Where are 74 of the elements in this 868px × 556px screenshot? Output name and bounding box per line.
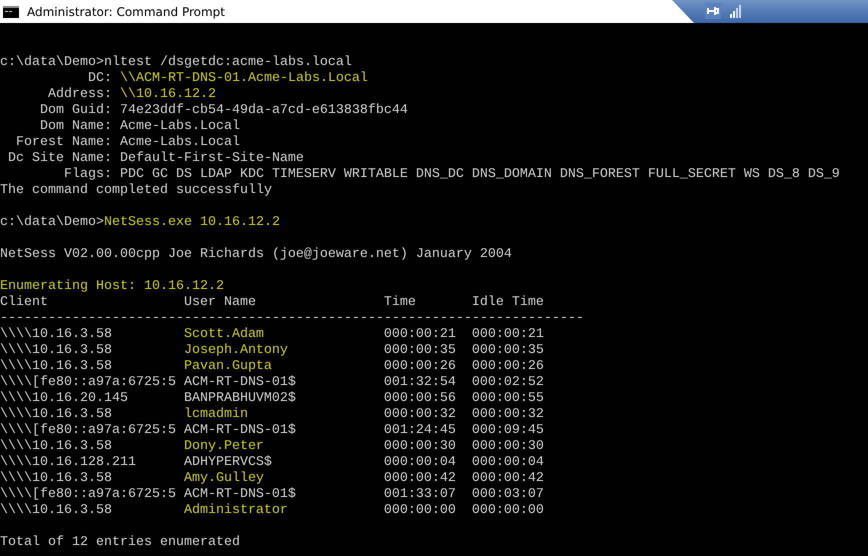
client-cell-text: \\\\10.16.128.211 [0, 455, 137, 471]
console-text: Dom Guid: 74e23ddf-cb54-49da-a7cd-e613838fbc44 [38, 103, 408, 118]
console-text: \\ACM-RT-DNS-01.Acme-Labs.Local [120, 71, 368, 86]
column-header: Idle Time [472, 295, 545, 311]
client-cell-text: \\\\[fe80::a97a:6725:5 [0, 487, 177, 503]
client-cell-text: \\\\[fe80::a97a:6725:5 [0, 375, 177, 391]
user-name-cell-text: Administrator [184, 503, 289, 519]
user-name-cell-text: ACM-RT-DNS-01$ [184, 375, 297, 391]
console-text: Total of 12 entries enumerated [0, 535, 240, 550]
client-cell-text: \\\\10.16.3.58 [0, 407, 113, 423]
divider-line: ------------------------------------------------------------------------- [0, 311, 584, 326]
user-name-cell-text: ADHYPERVCS$ [184, 455, 273, 471]
idle-time-cell-text: 000:00:55 [472, 391, 545, 407]
idle-time-cell-text: 000:00:32 [472, 407, 545, 423]
user-name-cell-text: ACM-RT-DNS-01$ [184, 487, 297, 503]
console-text: Dom Name: Acme-Labs.Local [38, 119, 240, 134]
user-name-cell-text: Dony.Peter [184, 439, 265, 455]
user-name-cell-text: lcmadmin [184, 407, 249, 423]
console-text: NetSess V02.00.00cpp Joe Richards (joe@joeware.net) January 2004 [0, 247, 512, 262]
time-cell-text: 001:24:45 [384, 423, 457, 439]
time-cell-text: 000:00:32 [384, 407, 457, 423]
user-name-cell-text: Amy.Gulley [184, 471, 265, 487]
idle-time-cell-text: 000:00:21 [472, 327, 545, 343]
column-header: Client [0, 295, 49, 311]
idle-time-cell-text: 000:09:45 [472, 423, 545, 439]
console-text: Address: [46, 87, 113, 102]
idle-time-cell-text: 000:00:04 [472, 455, 545, 471]
time-cell-text: 000:00:42 [384, 471, 457, 487]
client-cell-text: \\\\10.16.3.58 [0, 471, 113, 487]
idle-time-cell-text: 000:00:26 [472, 359, 545, 375]
command-prompt-icon [3, 6, 19, 18]
time-cell-text: 000:00:21 [384, 327, 457, 343]
time-cell-text: 001:32:54 [384, 375, 457, 391]
time-cell-text: 000:00:56 [384, 391, 457, 407]
client-cell-text: \\\\[fe80::a97a:6725:5 [0, 423, 177, 439]
console-text: Enumerating Host: 10.16.12.2 [0, 279, 224, 294]
user-name-cell-text: BANPRABHUVM02$ [184, 391, 297, 407]
client-cell-text: \\\\10.16.3.58 [0, 343, 113, 359]
window-title: Administrator: Command Prompt [27, 4, 225, 18]
user-name-cell-text: Joseph.Antony [184, 343, 289, 359]
idle-time-cell-text: 000:00:30 [472, 439, 545, 455]
user-name-cell-text: Pavan.Gupta [184, 359, 273, 375]
console-text: DC: [86, 71, 113, 86]
user-name-cell-text: ACM-RT-DNS-01$ [184, 423, 297, 439]
time-cell-text: 000:00:04 [384, 455, 457, 471]
time-cell-text: 000:00:00 [384, 503, 457, 519]
column-header: User Name [184, 295, 257, 311]
console-text: Flags: PDC GC DS LDAP KDC TIMESERV WRITABLE DNS_DC DNS_DOMAIN DNS_FOREST FULL_SECRET WS DS_8 DS_9 [62, 167, 840, 182]
console-text: c:\data\Demo> [0, 55, 104, 70]
signal-bars-icon [730, 4, 742, 18]
time-cell-text: 001:33:07 [384, 487, 457, 503]
column-header: Time [384, 295, 417, 311]
console-text: nltest /dsgetdc:acme-labs.local [104, 55, 352, 70]
user-name-cell-text: Scott.Adam [184, 327, 265, 343]
idle-time-cell-text: 000:03:07 [472, 487, 545, 503]
time-cell-text: 000:00:35 [384, 343, 457, 359]
console-text: The command completed successfully [0, 183, 272, 198]
client-cell-text: \\\\10.16.3.58 [0, 439, 113, 455]
console-text: \\10.16.12.2 [120, 87, 216, 102]
time-cell-text: 000:00:26 [384, 359, 457, 375]
console-text: NetSess.exe 10.16.12.2 [104, 215, 280, 230]
idle-time-cell-text: 000:00:42 [472, 471, 545, 487]
console-text: Forest Name: Acme-Labs.Local [14, 135, 240, 150]
client-cell-text: \\\\10.16.20.145 [0, 391, 129, 407]
idle-time-cell-text: 000:02:52 [472, 375, 545, 391]
idle-time-cell-text: 000:00:00 [472, 503, 545, 519]
client-cell-text: \\\\10.16.3.58 [0, 359, 113, 375]
time-cell-text: 000:00:30 [384, 439, 457, 455]
idle-time-cell-text: 000:00:35 [472, 343, 545, 359]
client-cell-text: \\\\10.16.3.58 [0, 327, 113, 343]
pin-icon[interactable] [705, 3, 721, 19]
console-text: Dc Site Name: Default-First-Site-Name [6, 151, 304, 166]
client-cell-text: \\\\10.16.3.58 [0, 503, 113, 519]
console-text: c:\data\Demo> [0, 215, 104, 230]
